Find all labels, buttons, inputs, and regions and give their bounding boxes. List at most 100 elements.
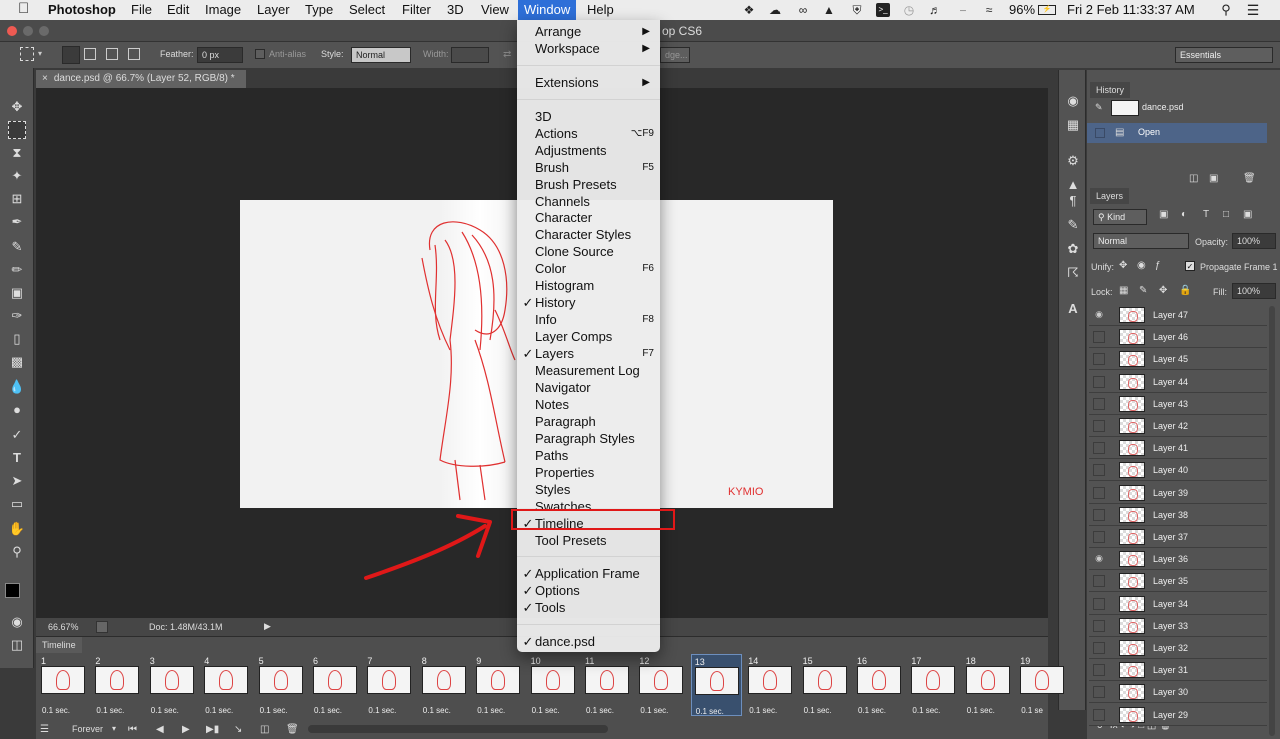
menu-3d[interactable]: 3D (447, 2, 464, 20)
menu-app-name[interactable]: Photoshop (48, 2, 116, 20)
layer-visibility-eye-icon[interactable] (1093, 508, 1105, 521)
timeline-convert-icon[interactable]: ☰ (40, 724, 49, 735)
layer-row[interactable]: Layer 40 (1089, 459, 1267, 482)
frame-delay-select[interactable]: 0.1 sec. (532, 706, 560, 715)
layer-row[interactable]: Layer 38 (1089, 503, 1267, 526)
clone-source-panel-icon[interactable]: ✿ (1064, 240, 1082, 258)
frame-delay-select[interactable]: 0.1 sec. (696, 707, 724, 716)
width-input[interactable] (451, 47, 489, 63)
new-snapshot-icon[interactable]: ▣ (1209, 173, 1218, 184)
refine-edge-button[interactable]: dge... (660, 47, 690, 63)
menu-item-histogram[interactable]: Histogram (517, 277, 660, 294)
menu-item-3d[interactable]: 3D (517, 108, 660, 125)
layer-visibility-eye-icon[interactable] (1093, 442, 1105, 455)
menu-item-adjustments[interactable]: Adjustments (517, 142, 660, 159)
frame-delay-select[interactable]: 0.1 sec. (42, 706, 70, 715)
menu-item-tools[interactable]: ✓ Tools (517, 599, 660, 616)
layer-row[interactable]: ◉ Layer 36 (1089, 548, 1267, 571)
menu-item-layers[interactable]: ✓ Layers F7 (517, 345, 660, 362)
layer-filter-kind-select[interactable]: ⚲ Kind (1093, 209, 1147, 225)
layer-visibility-eye-icon[interactable] (1093, 331, 1105, 344)
layer-visibility-eye-icon[interactable] (1093, 575, 1105, 588)
duplicate-frame-icon[interactable]: ◫ (260, 724, 269, 735)
close-document-icon[interactable]: × (42, 73, 48, 84)
gradient-tool-icon[interactable]: ▩ (8, 353, 26, 371)
layer-visibility-eye-icon[interactable] (1093, 597, 1105, 610)
timeline-frame[interactable]: 8 0.1 sec. (419, 654, 470, 716)
apple-icon[interactable]:  (18, 1, 29, 19)
unify-style-icon[interactable]: ƒ (1155, 260, 1161, 271)
cloud-icon[interactable]: ☁ (768, 3, 782, 17)
menu-item-brush[interactable]: Brush F5 (517, 159, 660, 176)
menu-item-extensions[interactable]: Extensions ▶ (517, 74, 660, 91)
sync-icon[interactable]: ∞ (796, 3, 810, 17)
layer-visibility-eye-icon[interactable] (1093, 619, 1105, 632)
minimize-window-button[interactable] (23, 26, 33, 36)
quick-selection-tool-icon[interactable]: ✦ (8, 167, 26, 185)
battery-icon[interactable]: ⚡ (1038, 5, 1056, 15)
layer-row[interactable]: Layer 32 (1089, 637, 1267, 659)
unify-visibility-icon[interactable]: ◉ (1137, 260, 1146, 271)
layer-visibility-eye-icon[interactable] (1093, 531, 1105, 543)
timeline-frame[interactable]: 10 0.1 sec. (528, 654, 579, 716)
propagate-frame-checkbox[interactable]: ✓ (1185, 261, 1195, 271)
frame-delay-select[interactable]: 0.1 sec. (804, 706, 832, 715)
status-menu-arrow-icon[interactable]: ▶ (264, 621, 271, 632)
bluetooth-icon[interactable] (956, 3, 970, 17)
lock-all-icon[interactable]: 🔒 (1179, 285, 1191, 296)
frame-delay-select[interactable]: 0.1 sec. (586, 706, 614, 715)
3d-panel-icon[interactable]: ◉ (1064, 92, 1082, 110)
filter-smart-object-icon[interactable]: ▣ (1243, 209, 1252, 220)
menu-item-properties[interactable]: Properties (517, 464, 660, 481)
wifi-icon[interactable]: ≈ (982, 3, 996, 17)
layers-scrollbar[interactable] (1269, 306, 1275, 736)
dodge-tool-icon[interactable]: ● (8, 401, 26, 419)
layer-row[interactable]: Layer 41 (1089, 437, 1267, 460)
frame-delay-select[interactable]: 0.1 sec. (260, 706, 288, 715)
timeline-frame[interactable]: 17 0.1 sec. (908, 654, 959, 716)
history-state-checkbox[interactable] (1095, 128, 1105, 138)
foreground-color-swatch[interactable] (5, 583, 20, 598)
filter-pixel-icon[interactable]: ▣ (1159, 209, 1168, 220)
feather-input[interactable]: 0 px (197, 47, 243, 63)
timeline-frame[interactable]: 3 0.1 sec. (147, 654, 198, 716)
history-snapshot-thumbnail[interactable] (1111, 100, 1139, 116)
menu-item-brush-presets[interactable]: Brush Presets (517, 176, 660, 193)
brush-panel-icon[interactable]: ✎ (1064, 216, 1082, 234)
timeline-frame[interactable]: 6 0.1 sec. (310, 654, 361, 716)
menu-item-arrange[interactable]: Arrange ▶ (517, 23, 660, 40)
notification-center-icon[interactable]: ☰ (1246, 3, 1260, 17)
tween-icon[interactable]: ↘ (234, 724, 242, 735)
layer-visibility-eye-icon[interactable] (1093, 708, 1105, 721)
lock-transparent-icon[interactable]: ▦ (1119, 285, 1128, 296)
menu-item-application-frame[interactable]: ✓ Application Frame (517, 565, 660, 582)
menu-filter[interactable]: Filter (402, 2, 431, 20)
unify-position-icon[interactable]: ✥ (1119, 260, 1127, 271)
healing-brush-tool-icon[interactable]: ✎ (8, 238, 26, 256)
paragraph-panel-icon[interactable]: ¶ (1064, 192, 1082, 210)
menu-item-notes[interactable]: Notes (517, 396, 660, 413)
menu-item-channels[interactable]: Channels (517, 193, 660, 210)
timeline-frame[interactable]: 15 0.1 sec. (800, 654, 851, 716)
delete-state-icon[interactable]: 🗑 (1243, 173, 1256, 184)
style-select[interactable]: Normal (351, 47, 411, 63)
layer-visibility-eye-icon[interactable] (1093, 464, 1105, 477)
adjustments-panel-icon[interactable]: ⚙ (1064, 152, 1082, 170)
frame-delay-select[interactable]: 0.1 sec. (912, 706, 940, 715)
timeline-frame[interactable]: 9 0.1 sec. (473, 654, 524, 716)
layer-visibility-eye-icon[interactable] (1093, 353, 1105, 366)
zoom-tool-icon[interactable]: ⚲ (8, 543, 26, 561)
menu-item-dance-psd[interactable]: ✓ dance.psd (517, 633, 660, 650)
layer-visibility-eye-icon[interactable] (1093, 664, 1105, 677)
add-selection-icon[interactable] (84, 48, 96, 60)
timeline-panel-tab[interactable]: Timeline (36, 637, 82, 653)
layer-row[interactable]: Layer 44 (1089, 370, 1267, 393)
frame-delay-select[interactable]: 0.1 se (1021, 706, 1043, 715)
menu-item-layer-comps[interactable]: Layer Comps (517, 328, 660, 345)
frame-delay-select[interactable]: 0.1 sec. (423, 706, 451, 715)
menu-item-history[interactable]: ✓ History (517, 294, 660, 311)
timeline-frame[interactable]: 1 0.1 sec. (38, 654, 89, 716)
path-selection-tool-icon[interactable]: ➤ (8, 472, 26, 490)
eyedropper-tool-icon[interactable]: ✒ (8, 213, 26, 231)
timeline-frame[interactable]: 12 0.1 sec. (636, 654, 687, 716)
